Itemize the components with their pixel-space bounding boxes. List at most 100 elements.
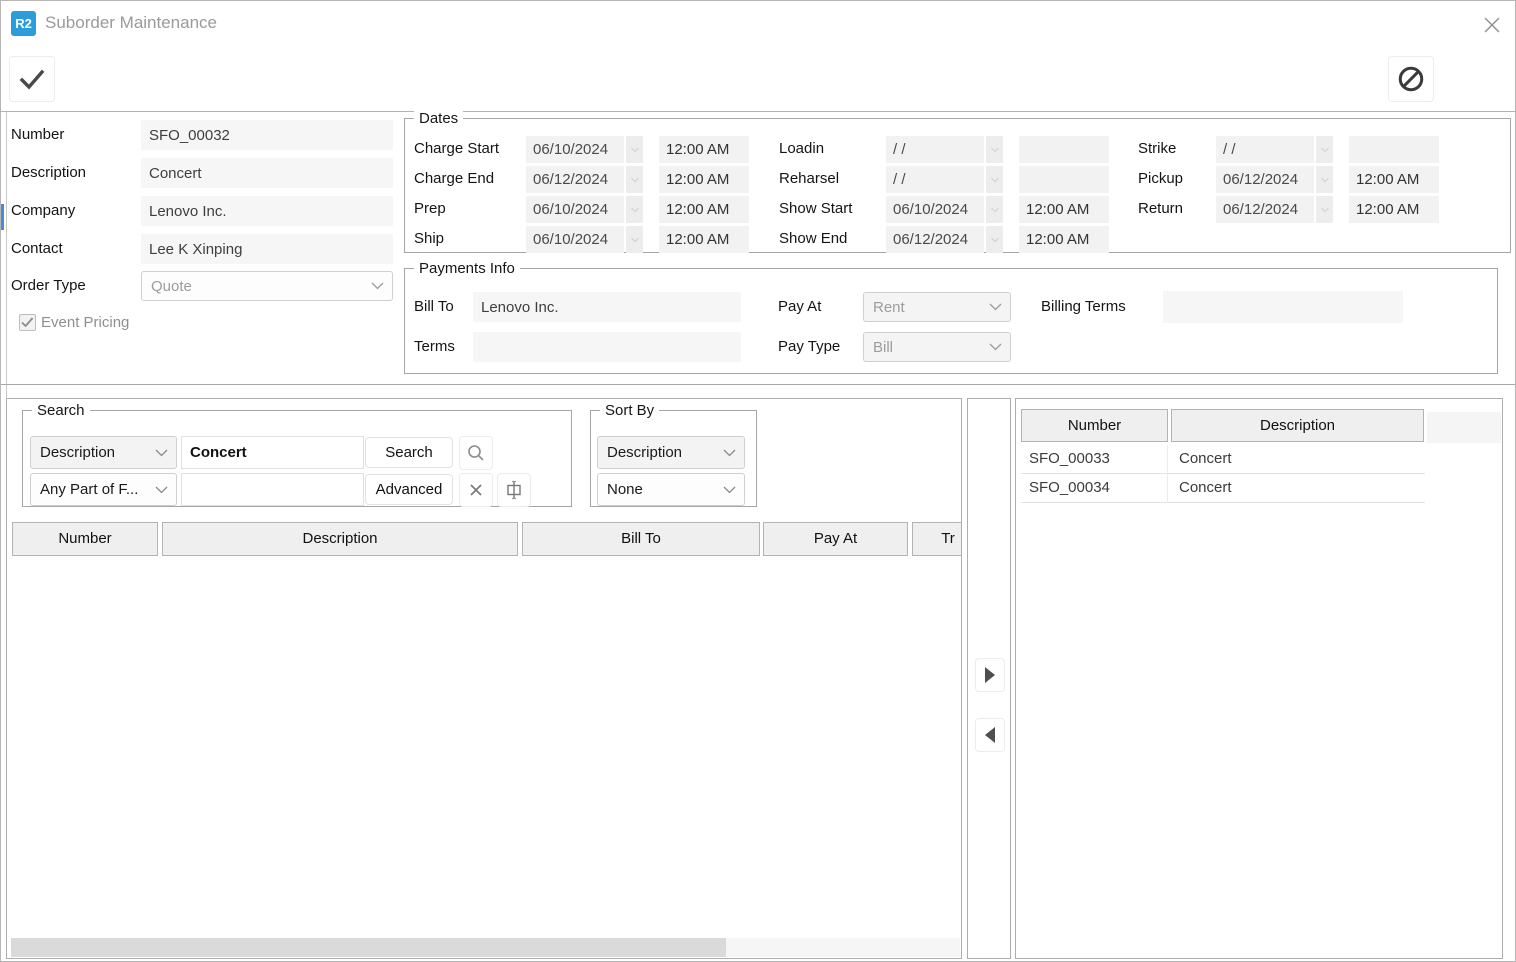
linked-header-number[interactable]: Number [1021,409,1168,442]
move-right-button[interactable] [975,658,1005,692]
return-date[interactable]: 06/12/2024 [1216,196,1314,223]
linked-row[interactable]: SFO_00033 Concert [1021,445,1425,474]
search-field-value: Description [40,444,115,461]
results-hscrollbar-thumb[interactable] [11,938,726,957]
pay-type-label: Pay Type [778,338,840,355]
charge-start-label: Charge Start [414,140,499,157]
charge-start-time[interactable]: 12:00 AM [659,136,749,163]
number-field[interactable] [141,120,393,150]
no-entry-icon [1397,65,1425,93]
chevron-down-icon [155,486,168,494]
charge-end-time[interactable]: 12:00 AM [659,166,749,193]
show-start-date-spinner[interactable] [986,196,1003,223]
bill-to-field[interactable] [473,292,741,322]
pickup-date[interactable]: 06/12/2024 [1216,166,1314,193]
strike-date[interactable]: / / [1216,136,1314,163]
triangle-right-icon [984,667,996,683]
prep-date[interactable]: 06/10/2024 [526,196,624,223]
search-field-select[interactable]: Description [30,436,177,469]
event-pricing-checkbox[interactable] [19,314,36,331]
search-query-input[interactable] [181,436,364,469]
pay-at-select[interactable]: Rent [863,292,1011,322]
bill-to-label: Bill To [414,298,454,315]
sortby-secondary-select[interactable]: None [597,473,745,506]
suborder-maintenance-window: R2 Suborder Maintenance Number Descripti… [0,0,1516,962]
show-start-label: Show Start [779,200,852,217]
results-header-bill-to[interactable]: Bill To [522,522,760,556]
cancel-button[interactable] [1388,56,1434,102]
terms-label: Terms [414,338,455,355]
linked-header-description[interactable]: Description [1171,409,1424,442]
show-end-date-spinner[interactable] [986,226,1003,253]
ship-date-spinner[interactable] [626,226,643,253]
results-header-number[interactable]: Number [12,522,158,556]
linked-row-number: SFO_00034 [1021,474,1168,503]
triangle-left-icon [984,727,996,743]
pay-at-value: Rent [873,299,905,316]
loadin-date-spinner[interactable] [986,136,1003,163]
order-type-select[interactable]: Quote [141,271,393,301]
clear-search-button[interactable] [459,473,493,507]
charge-end-date-spinner[interactable] [626,166,643,193]
show-end-date[interactable]: 06/12/2024 [886,226,984,253]
description-field[interactable] [141,158,393,188]
close-icon[interactable] [1478,11,1506,39]
sortby-primary-select[interactable]: Description [597,436,745,469]
chevron-down-icon [155,449,168,457]
order-type-value: Quote [151,278,192,295]
charge-start-date[interactable]: 06/10/2024 [526,136,624,163]
loadin-time[interactable] [1019,136,1109,163]
terms-field[interactable] [473,332,741,362]
reharsel-date[interactable]: / / [886,166,984,193]
linked-row-description: Concert [1171,474,1424,503]
return-time[interactable]: 12:00 AM [1349,196,1439,223]
contact-label: Contact [11,240,63,257]
column-splitter-icon [504,480,524,500]
show-end-time[interactable]: 12:00 AM [1019,226,1109,253]
prep-label: Prep [414,200,446,217]
section-divider [1,384,1516,385]
checkmark-icon [18,67,46,91]
results-header-pay-at[interactable]: Pay At [763,522,908,556]
strike-time[interactable] [1349,136,1439,163]
show-start-time[interactable]: 12:00 AM [1019,196,1109,223]
advanced-button[interactable]: Advanced [365,474,453,505]
return-date-spinner[interactable] [1316,196,1333,223]
strike-date-spinner[interactable] [1316,136,1333,163]
linked-row[interactable]: SFO_00034 Concert [1021,474,1425,503]
results-header-description[interactable]: Description [162,522,518,556]
contact-field[interactable] [141,234,393,264]
pay-type-select[interactable]: Bill [863,332,1011,362]
ship-date[interactable]: 06/10/2024 [526,226,624,253]
reharsel-time[interactable] [1019,166,1109,193]
show-start-date[interactable]: 06/10/2024 [886,196,984,223]
x-icon [469,483,483,497]
charge-start-date-spinner[interactable] [626,136,643,163]
move-left-button[interactable] [975,718,1005,752]
company-field[interactable] [141,196,393,226]
charge-end-date[interactable]: 06/12/2024 [526,166,624,193]
search-button[interactable]: Search [365,437,453,468]
background-window-sliver [1,204,4,230]
prep-time[interactable]: 12:00 AM [659,196,749,223]
dates-group-title: Dates [414,110,463,127]
results-header-tr[interactable]: Tr [912,522,962,556]
search-icon-button[interactable] [459,436,493,470]
sortby-primary-value: Description [607,444,682,461]
ok-button[interactable] [9,56,55,102]
billing-terms-field[interactable] [1163,291,1403,323]
search-query2-input[interactable] [181,473,364,506]
search-scope-select[interactable]: Any Part of F... [30,473,177,506]
reharsel-date-spinner[interactable] [986,166,1003,193]
prep-date-spinner[interactable] [626,196,643,223]
magnifier-icon [467,444,485,462]
search-scope-value: Any Part of F... [40,481,138,498]
column-options-button[interactable] [497,473,531,507]
search-group-title: Search [32,402,90,419]
linked-header-stub [1427,412,1501,443]
billing-terms-label: Billing Terms [1041,298,1126,315]
pickup-time[interactable]: 12:00 AM [1349,166,1439,193]
pickup-date-spinner[interactable] [1316,166,1333,193]
ship-time[interactable]: 12:00 AM [659,226,749,253]
loadin-date[interactable]: / / [886,136,984,163]
